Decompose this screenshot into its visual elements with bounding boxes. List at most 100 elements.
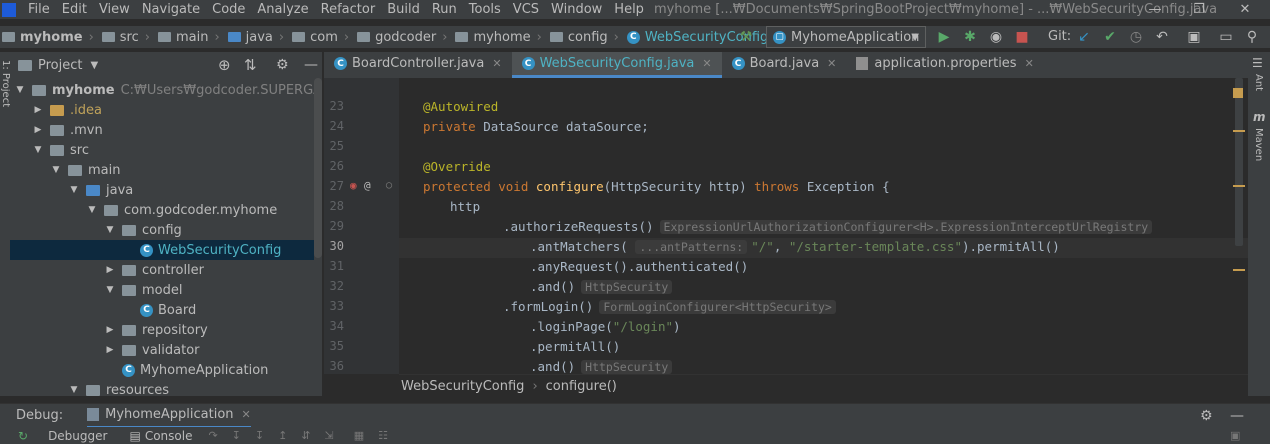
chevron-right-icon[interactable]: ▶ (32, 105, 44, 115)
tab-debugger[interactable]: Debugger (48, 429, 107, 443)
crumb-myhome[interactable]: myhome › (447, 30, 542, 45)
crumb-project[interactable]: myhome › (0, 30, 94, 45)
stop-icon[interactable]: ■ (1014, 29, 1030, 45)
chevron-down-icon[interactable]: ▼ (104, 225, 116, 235)
chevron-down-icon[interactable]: ▼ (68, 385, 80, 395)
tree-item[interactable]: ▶ .mvn (10, 120, 103, 140)
tree-item[interactable]: ▶ controller (10, 260, 205, 280)
run-to-cursor-icon[interactable]: ⇲ (325, 429, 334, 442)
crumb-godcoder[interactable]: godcoder › (349, 30, 447, 45)
tree-item[interactable]: ▶ validator (10, 340, 200, 360)
hide-panel-icon[interactable]: — (1230, 408, 1244, 424)
menu-navigate[interactable]: Navigate (136, 0, 206, 19)
close-icon[interactable]: ✕ (242, 408, 251, 421)
project-panel-title[interactable]: Project (38, 58, 82, 73)
tab-console[interactable]: Console (145, 429, 193, 443)
menu-file[interactable]: File (22, 0, 56, 19)
fold-icon[interactable]: ◯ (386, 180, 392, 191)
crumb-main[interactable]: main › (150, 30, 220, 45)
menu-build[interactable]: Build (381, 0, 426, 19)
menu-help[interactable]: Help (608, 0, 650, 19)
close-window-icon[interactable]: ✕ (1222, 0, 1268, 19)
chevron-right-icon[interactable]: ▶ (104, 345, 116, 355)
chevron-right-icon[interactable]: ▶ (32, 125, 44, 135)
search-icon[interactable]: ⚲ (1244, 29, 1260, 45)
project-structure-icon[interactable]: ▣ (1186, 29, 1202, 45)
git-rollback-icon[interactable]: ↶ (1154, 29, 1170, 45)
locate-target-icon[interactable]: ⊕ (218, 56, 231, 74)
tree-item[interactable]: ▼ src (10, 140, 89, 160)
menu-edit[interactable]: Edit (56, 0, 93, 19)
chevron-down-icon[interactable]: ▼ (50, 165, 62, 175)
close-icon[interactable]: ✕ (492, 57, 501, 70)
tree-item[interactable]: ▼ config (10, 220, 182, 240)
breadcrumb-method[interactable]: configure() (546, 379, 617, 394)
collapse-all-icon[interactable]: ⇅ (244, 56, 257, 74)
tab-board-controller[interactable]: C BoardController.java ✕ (324, 52, 512, 78)
chevron-right-icon[interactable]: ▶ (104, 265, 116, 275)
drop-frame-icon[interactable]: ⇵ (301, 429, 310, 442)
run-configuration-select[interactable]: ▢ MyhomeApplication ▼ (766, 26, 926, 48)
crumb-com[interactable]: com › (284, 30, 349, 45)
chevron-down-icon[interactable]: ▼ (32, 145, 44, 155)
tab-web-security-config[interactable]: C WebSecurityConfig.java ✕ (511, 52, 722, 78)
close-icon[interactable]: ✕ (827, 57, 836, 70)
step-out-icon[interactable]: ↥ (278, 429, 287, 442)
tree-item[interactable]: ▼ model (10, 280, 183, 300)
menu-tools[interactable]: Tools (463, 0, 507, 19)
tab-board[interactable]: C Board.java ✕ (722, 52, 847, 78)
crumb-java[interactable]: java › (220, 30, 284, 45)
close-icon[interactable]: ✕ (702, 57, 711, 70)
tab-application-properties[interactable]: application.properties ✕ (846, 52, 1043, 78)
layout-icon[interactable]: ▣ (1230, 429, 1240, 442)
chevron-down-icon[interactable]: ▼ (86, 205, 98, 215)
git-update-icon[interactable]: ↙ (1076, 29, 1092, 45)
menu-run[interactable]: Run (426, 0, 463, 19)
chevron-right-icon[interactable]: ▶ (104, 325, 116, 335)
debug-bug-icon[interactable]: ✱ (962, 29, 978, 45)
tree-item[interactable]: ▼ com.godcoder.myhome (10, 200, 278, 220)
trace-icon[interactable]: ☷ (378, 429, 388, 442)
tree-item[interactable]: ▶ .idea (10, 100, 102, 120)
tree-root[interactable]: ▼ myhome C:₩Users₩godcoder.SUPERGAME₩Doc (14, 80, 322, 100)
menu-vcs[interactable]: VCS (507, 0, 545, 19)
run-icon[interactable]: ▶ (936, 29, 952, 45)
presentation-icon[interactable]: ▭ (1218, 29, 1234, 45)
coverage-icon[interactable]: ◉ (988, 29, 1004, 45)
git-commit-icon[interactable]: ✔ (1102, 29, 1118, 45)
tree-item[interactable]: ▶ repository (10, 320, 208, 340)
force-step-into-icon[interactable]: ↧ (255, 429, 264, 442)
override-marker-icon[interactable]: ◉ (350, 179, 357, 192)
crumb-config[interactable]: config › (542, 30, 619, 45)
tree-item[interactable]: ▼ java (10, 180, 134, 200)
tree-item[interactable]: C Board (10, 300, 196, 320)
build-hammer-icon[interactable]: ⚒ (738, 29, 754, 45)
maven-tool-button[interactable]: Maven (1253, 128, 1264, 161)
rerun-icon[interactable]: ↻ (18, 429, 28, 443)
tree-item[interactable]: ▼ main (10, 160, 121, 180)
tree-scrollbar[interactable] (314, 78, 322, 258)
tree-item[interactable]: C MyhomeApplication (10, 360, 268, 380)
chevron-down-icon[interactable]: ▼ (104, 285, 116, 295)
ant-tool-button[interactable]: Ant (1253, 74, 1264, 91)
restore-icon[interactable]: ❐ (1176, 0, 1222, 19)
chevron-down-icon[interactable]: ▼ (90, 60, 98, 71)
step-into-icon[interactable]: ↧ (232, 429, 241, 442)
breadcrumb-class[interactable]: WebSecurityConfig (401, 379, 524, 394)
editor-scrollbar[interactable] (1235, 78, 1243, 246)
menu-refactor[interactable]: Refactor (315, 0, 382, 19)
tree-item[interactable]: C WebSecurityConfig (10, 240, 314, 260)
menu-analyze[interactable]: Analyze (251, 0, 314, 19)
menu-window[interactable]: Window (545, 0, 608, 19)
crumb-src[interactable]: src › (94, 30, 150, 45)
close-icon[interactable]: ✕ (1025, 57, 1034, 70)
gear-icon[interactable]: ⚙ (1200, 408, 1213, 424)
code-editor[interactable]: @Autowired private DataSource dataSource… (399, 78, 1248, 374)
menu-code[interactable]: Code (206, 0, 251, 19)
minimize-icon[interactable]: — (1132, 0, 1178, 19)
git-history-icon[interactable]: ◷ (1128, 29, 1144, 45)
gear-icon[interactable]: ⚙ (276, 57, 289, 73)
menu-view[interactable]: View (93, 0, 136, 19)
debug-session-tab[interactable]: MyhomeApplication ✕ (87, 404, 251, 428)
hide-panel-icon[interactable]: — (304, 57, 318, 73)
